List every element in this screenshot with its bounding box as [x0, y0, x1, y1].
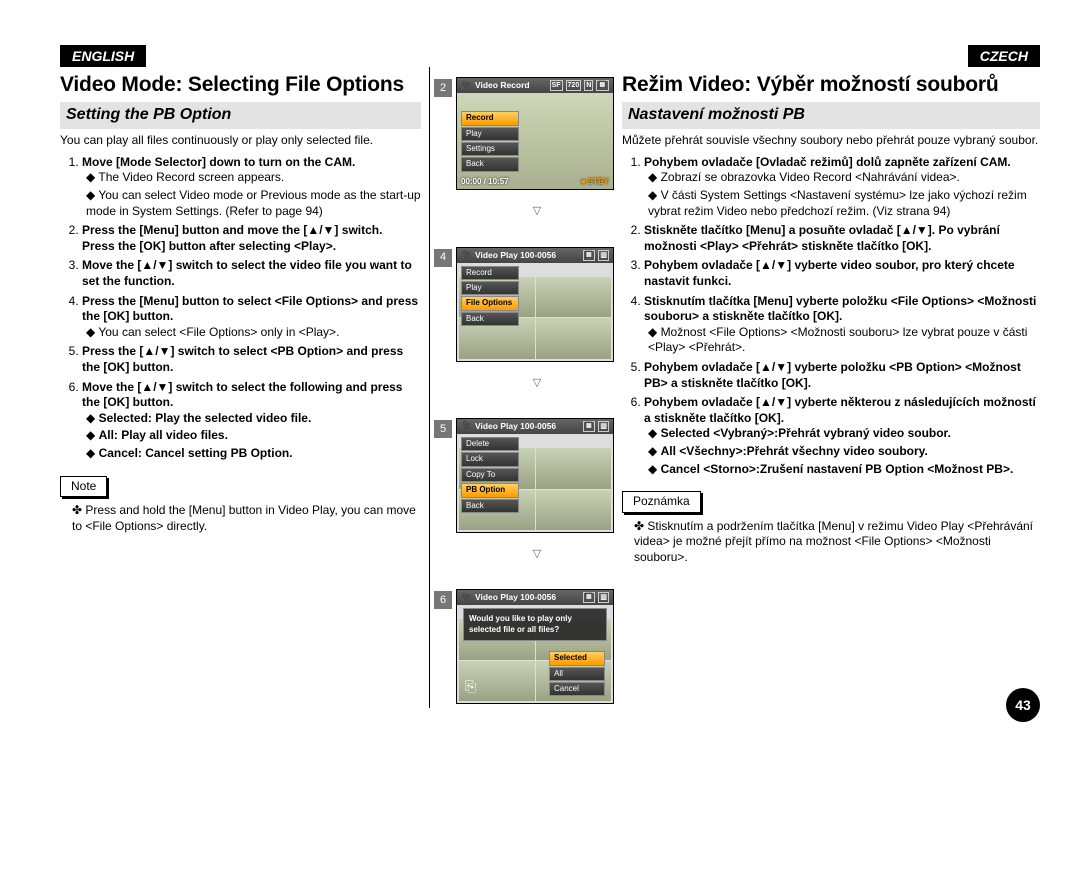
section-heading-en: Setting the PB Option	[60, 102, 421, 129]
page-title-cz: Režim Video: Výběr možností souborů	[622, 71, 1040, 98]
step-2-en: Press the [Menu] button and move the [▲/…	[82, 223, 421, 254]
intro-en: You can play all files continuously or p…	[60, 133, 421, 149]
step-3-cz: Pohybem ovladače [▲/▼] vyberte video sou…	[644, 258, 1040, 289]
device-screenshot-6: 6 🎥Video Play 100-0056🔲▥ Would you like …	[434, 589, 618, 704]
device-screenshot-5: 5 🎥Video Play 100-0056🔲▥ Delete Lock Cop…	[434, 418, 618, 533]
step-bullet-4: 4	[434, 249, 452, 267]
note-text-cz: Stisknutím a podržením tlačítka [Menu] v…	[634, 519, 1040, 566]
copy-icon: ⎘	[465, 677, 476, 695]
intro-cz: Můžete přehrát souvisle všechny soubory …	[622, 133, 1040, 149]
page-number: 43	[1006, 688, 1040, 722]
device-screenshot-4: 4 🎥Video Play 100-0056🔲▥ Record Play Fil…	[434, 247, 618, 362]
arrow-down-icon: ▽	[456, 204, 618, 218]
device-screenshot-2: 2 🎥Video RecordSF720N🔲 Record Play Setti…	[434, 77, 618, 190]
note-label-cz: Poznámka	[622, 491, 701, 513]
step-6-en: Move the [▲/▼] switch to select the foll…	[82, 380, 421, 462]
step-bullet-2: 2	[434, 79, 452, 97]
section-heading-cz: Nastavení možnosti PB	[622, 102, 1040, 129]
step-4-cz: Stisknutím tlačítka [Menu] vyberte polož…	[644, 294, 1040, 356]
step-3-en: Move the [▲/▼] switch to select the vide…	[82, 258, 421, 289]
page-title-en: Video Mode: Selecting File Options	[60, 71, 421, 98]
language-tag-czech: CZECH	[968, 45, 1040, 67]
step-bullet-6: 6	[434, 591, 452, 609]
arrow-down-icon: ▽	[456, 547, 618, 561]
step-4-en: Press the [Menu] button to select <File …	[82, 294, 421, 341]
step-1-cz: Pohybem ovladače [Ovladač režimů] dolů z…	[644, 155, 1040, 219]
step-6-cz: Pohybem ovladače [▲/▼] vyberte některou …	[644, 395, 1040, 477]
step-2-cz: Stiskněte tlačítko [Menu] a posuňte ovla…	[644, 223, 1040, 254]
arrow-down-icon: ▽	[456, 376, 618, 390]
step-5-en: Press the [▲/▼] switch to select <PB Opt…	[82, 344, 421, 375]
language-tag-english: ENGLISH	[60, 45, 146, 67]
step-bullet-5: 5	[434, 420, 452, 438]
step-5-cz: Pohybem ovladače [▲/▼] vyberte položku <…	[644, 360, 1040, 391]
step-1-en: Move [Mode Selector] down to turn on the…	[82, 155, 421, 219]
note-text-en: Press and hold the [Menu] button in Vide…	[72, 503, 421, 534]
note-label-en: Note	[60, 476, 107, 498]
